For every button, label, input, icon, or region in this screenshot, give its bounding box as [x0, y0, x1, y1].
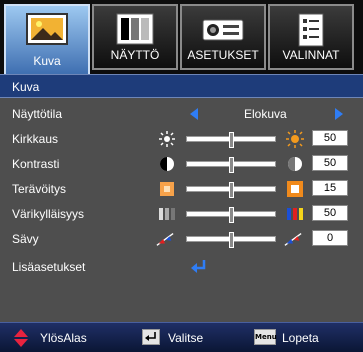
menu-key-icon: Menu — [254, 329, 277, 345]
saturation-high-icon — [287, 208, 303, 220]
display-mode-value: Elokuva — [244, 107, 287, 121]
contrast-icon — [160, 157, 174, 171]
tab-label: NÄYTTÖ — [110, 48, 160, 62]
slider-thumb[interactable] — [229, 157, 234, 173]
saturation-label: Värikylläisyys — [12, 207, 85, 221]
checklist-icon — [298, 13, 324, 47]
sharpness-slider[interactable] — [186, 182, 276, 198]
contrast-high-icon — [288, 157, 302, 171]
saturation-low-icon — [159, 208, 175, 220]
saturation-value: 50 — [312, 205, 348, 221]
tab-naytto[interactable]: NÄYTTÖ — [92, 4, 178, 70]
sharpness-label: Terävöitys — [12, 182, 67, 196]
slider-thumb[interactable] — [229, 132, 234, 148]
contrast-row[interactable]: Kontrasti 50 — [0, 152, 363, 176]
advanced-row[interactable]: Lisäasetukset — [0, 255, 363, 279]
sun-bright-icon — [286, 130, 304, 148]
sharpness-low-icon — [160, 182, 174, 196]
brightness-value: 50 — [312, 130, 348, 146]
contrast-label: Kontrasti — [12, 157, 60, 171]
enter-key-icon — [142, 329, 160, 345]
projector-icon — [202, 19, 244, 41]
section-title: Kuva — [12, 80, 40, 94]
tab-label: Kuva — [33, 54, 61, 68]
brightness-label: Kirkkaus — [12, 132, 59, 146]
section-header: Kuva — [0, 74, 363, 98]
tab-asetukset[interactable]: ASETUKSET — [180, 4, 266, 70]
tab-valinnat[interactable]: VALINNAT — [268, 4, 354, 70]
footer-updown-label: YlösAlas — [40, 331, 87, 345]
tint-row[interactable]: Sävy 0 — [0, 227, 363, 251]
saturation-row[interactable]: Värikylläisyys 50 — [0, 202, 363, 226]
tint-value: 0 — [312, 230, 348, 246]
sharpness-high-icon — [287, 181, 303, 197]
tab-bar: Kuva NÄYTTÖ ASETUKSET VALINNAT — [0, 0, 363, 76]
contrast-value: 50 — [312, 155, 348, 171]
picture-icon — [26, 13, 68, 45]
tint-high-icon — [284, 233, 302, 246]
tab-label: ASETUKSET — [187, 48, 259, 62]
sun-dim-icon — [159, 131, 175, 147]
enter-icon[interactable] — [190, 258, 208, 276]
footer-exit-label: Lopeta — [282, 331, 319, 345]
slider-thumb[interactable] — [229, 182, 234, 198]
sharpness-value: 15 — [312, 180, 348, 196]
tab-kuva[interactable]: Kuva — [4, 4, 90, 76]
display-mode-label: Näyttötila — [12, 107, 63, 121]
contrast-slider[interactable] — [186, 157, 276, 173]
advanced-label: Lisäasetukset — [12, 260, 86, 274]
osd-menu: Kuva NÄYTTÖ ASETUKSET VALINNAT Kuva Näyt… — [0, 0, 363, 352]
footer-select-label: Valitse — [168, 331, 204, 345]
tab-label: VALINNAT — [282, 48, 340, 62]
sharpness-row[interactable]: Terävöitys 15 — [0, 177, 363, 201]
footer-bar: YlösAlas Valitse Menu Lopeta — [0, 322, 363, 352]
slider-thumb[interactable] — [229, 207, 234, 223]
brightness-slider[interactable] — [186, 132, 276, 148]
tint-label: Sävy — [12, 232, 39, 246]
arrow-right-icon[interactable] — [335, 108, 343, 120]
display-icon — [116, 13, 154, 45]
brightness-row[interactable]: Kirkkaus 50 — [0, 127, 363, 151]
up-down-icon — [14, 329, 28, 347]
tint-low-icon — [156, 233, 174, 246]
tint-slider[interactable] — [186, 232, 276, 248]
slider-thumb[interactable] — [229, 232, 234, 248]
arrow-left-icon[interactable] — [190, 108, 198, 120]
saturation-slider[interactable] — [186, 207, 276, 223]
display-mode-row[interactable]: Näyttötila Elokuva — [0, 102, 363, 126]
